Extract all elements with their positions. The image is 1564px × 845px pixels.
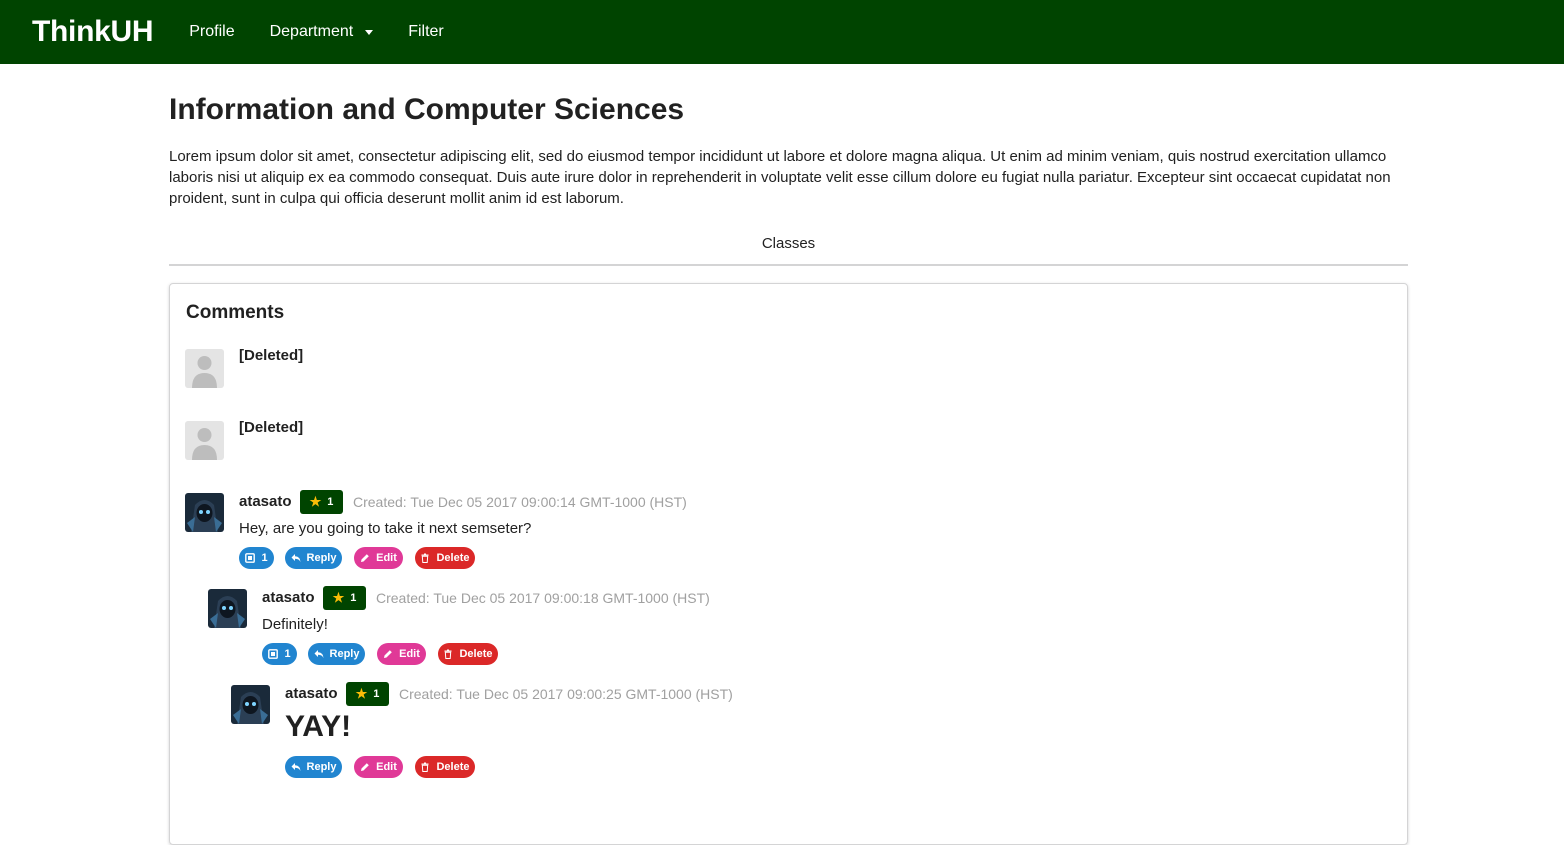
- reply-arrow-icon: [291, 763, 301, 771]
- comment-author[interactable]: atasato: [285, 685, 338, 702]
- delete-button[interactable]: Delete: [438, 643, 498, 665]
- reply-arrow-icon: [291, 554, 301, 562]
- avatar: [185, 493, 224, 532]
- avatar-placeholder: [185, 421, 224, 460]
- star-icon: ★: [355, 686, 368, 701]
- comment-deleted: [Deleted]: [185, 347, 585, 389]
- nav-department-dropdown[interactable]: Department: [270, 23, 374, 41]
- comments-card: Comments [Deleted] [Deleted] atasato ★ 1 …: [169, 283, 1408, 845]
- pencil-icon: [361, 763, 369, 771]
- reply-label: Reply: [306, 761, 337, 773]
- reply-button[interactable]: Reply: [285, 547, 342, 569]
- caret-down-icon: [365, 29, 374, 35]
- replies-count-button[interactable]: 1: [239, 547, 274, 569]
- edit-label: Edit: [376, 552, 397, 564]
- comment-deleted: [Deleted]: [185, 419, 585, 461]
- comment-reply: atasato ★ 1 Created: Tue Dec 05 2017 09:0…: [208, 586, 808, 669]
- reply-button[interactable]: Reply: [308, 643, 365, 665]
- comment: atasato ★ 1 Created: Tue Dec 05 2017 09:0…: [185, 490, 785, 573]
- edit-label: Edit: [376, 761, 397, 773]
- delete-button[interactable]: Delete: [415, 547, 475, 569]
- nav-filter-label: Filter: [408, 23, 444, 40]
- reply-arrow-icon: [314, 650, 324, 658]
- star-rating-badge: ★ 1: [300, 490, 343, 514]
- pencil-icon: [361, 554, 369, 562]
- nav-profile-label: Profile: [189, 23, 235, 40]
- comment-text: YAY!: [285, 710, 352, 743]
- edit-label: Edit: [399, 648, 420, 660]
- tab-classes-label: Classes: [761, 235, 816, 252]
- comment-text: Definitely!: [262, 616, 328, 633]
- trash-icon: [421, 762, 429, 772]
- hooded-figure-avatar-icon: [208, 589, 247, 628]
- tab-classes[interactable]: Classes: [169, 235, 1408, 266]
- delete-label: Delete: [436, 761, 470, 773]
- trash-icon: [421, 553, 429, 563]
- avatar: [208, 589, 247, 628]
- created-timestamp: Created: Tue Dec 05 2017 09:00:14 GMT-10…: [353, 494, 687, 510]
- delete-label: Delete: [459, 648, 493, 660]
- delete-label: Delete: [436, 552, 470, 564]
- brand-logo[interactable]: ThinkUH: [32, 15, 154, 49]
- delete-button[interactable]: Delete: [415, 756, 475, 778]
- main-container: Information and Computer Sciences Lorem …: [169, 64, 1408, 845]
- nav-department-label: Department: [269, 23, 354, 40]
- avatar-placeholder: [185, 349, 224, 388]
- star-count: 1: [327, 496, 334, 508]
- created-timestamp: Created: Tue Dec 05 2017 09:00:18 GMT-10…: [376, 590, 710, 606]
- created-timestamp: Created: Tue Dec 05 2017 09:00:25 GMT-10…: [399, 686, 733, 702]
- star-count: 1: [373, 688, 380, 700]
- replies-count: 1: [284, 648, 291, 660]
- reply-label: Reply: [306, 552, 337, 564]
- edit-button[interactable]: Edit: [354, 547, 403, 569]
- replies-count: 1: [261, 552, 268, 564]
- page-title: Information and Computer Sciences: [169, 93, 685, 126]
- comment-author[interactable]: atasato: [239, 493, 292, 510]
- hooded-figure-avatar-icon: [231, 685, 270, 724]
- comments-title: Comments: [186, 302, 285, 323]
- edit-button[interactable]: Edit: [377, 643, 426, 665]
- comment-author: [Deleted]: [239, 419, 304, 436]
- comment-text: Hey, are you going to take it next semse…: [239, 520, 532, 537]
- star-rating-badge: ★ 1: [323, 586, 366, 610]
- comment-author: [Deleted]: [239, 347, 304, 364]
- comment-box-icon: [245, 553, 256, 563]
- reply-label: Reply: [329, 648, 360, 660]
- user-silhouette-icon: [192, 356, 217, 388]
- star-icon: ★: [332, 590, 345, 605]
- nav-profile[interactable]: Profile: [189, 23, 234, 41]
- avatar: [231, 685, 270, 724]
- user-silhouette-icon: [192, 428, 217, 460]
- nav-filter[interactable]: Filter: [408, 23, 444, 41]
- comment-box-icon: [268, 649, 279, 659]
- page-description: Lorem ipsum dolor sit amet, consectetur …: [169, 148, 1391, 207]
- comment-author[interactable]: atasato: [262, 589, 315, 606]
- replies-count-button[interactable]: 1: [262, 643, 297, 665]
- star-rating-badge: ★ 1: [346, 682, 389, 706]
- pencil-icon: [384, 650, 392, 658]
- star-count: 1: [350, 592, 357, 604]
- reply-button[interactable]: Reply: [285, 756, 342, 778]
- comment-reply: atasato ★ 1 Created: Tue Dec 05 2017 09:0…: [231, 682, 831, 785]
- top-navbar: ThinkUH Profile Department Filter: [0, 0, 1564, 64]
- edit-button[interactable]: Edit: [354, 756, 403, 778]
- star-icon: ★: [309, 494, 322, 509]
- hooded-figure-avatar-icon: [185, 493, 224, 532]
- trash-icon: [444, 649, 452, 659]
